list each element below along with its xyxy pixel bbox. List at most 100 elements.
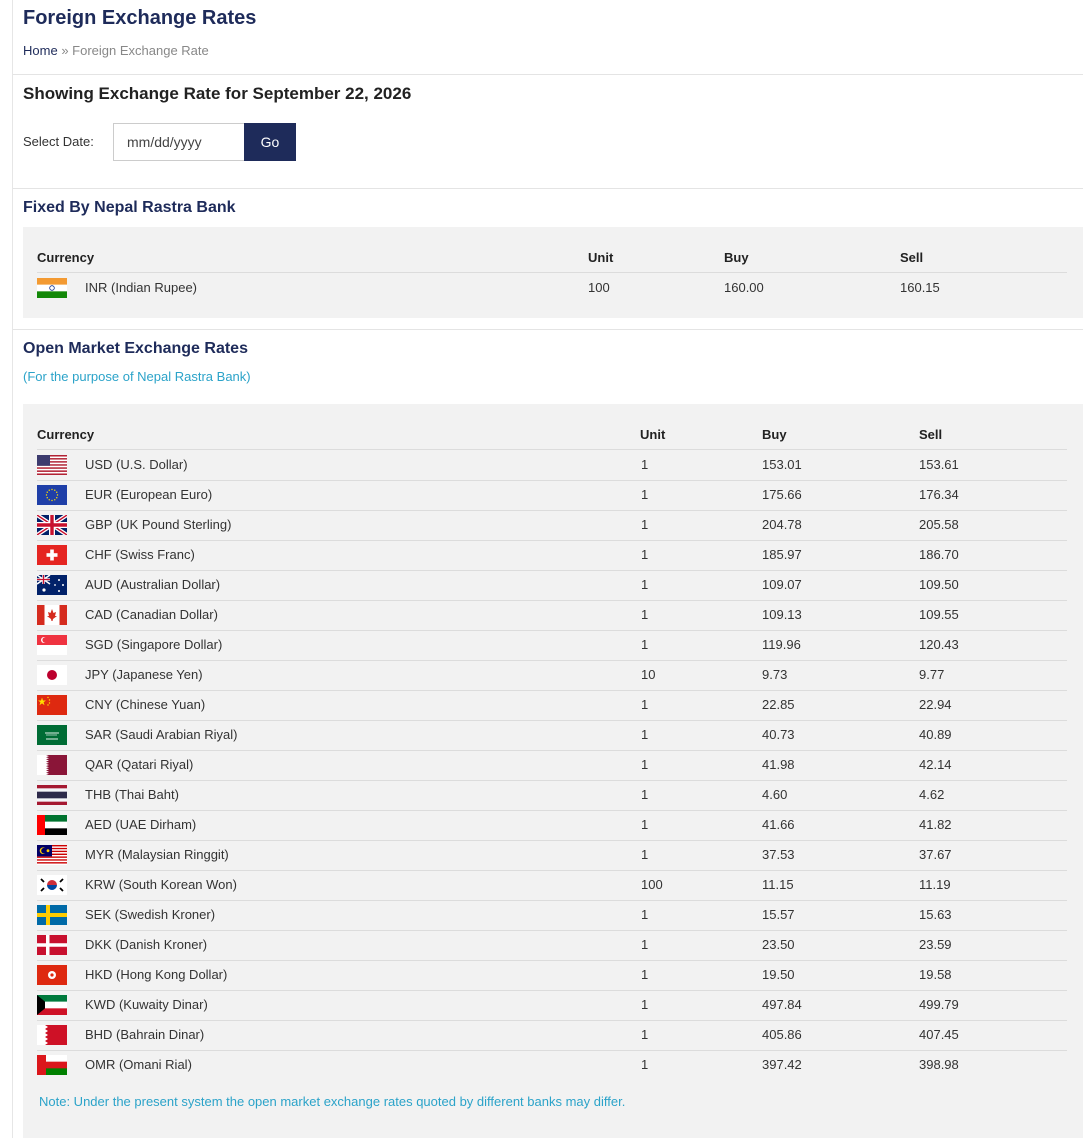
my-flag-icon bbox=[37, 845, 67, 865]
col-unit: Unit bbox=[588, 250, 614, 265]
buy-rate: 109.13 bbox=[762, 607, 802, 622]
eu-flag-icon bbox=[37, 485, 67, 505]
page-title: Foreign Exchange Rates bbox=[23, 7, 257, 29]
bh-flag-icon bbox=[37, 1025, 67, 1045]
table-row: HKD (Hong Kong Dollar) 1 19.50 19.58 bbox=[37, 960, 1067, 990]
select-date-label: Select Date: bbox=[23, 134, 94, 149]
in-flag-icon bbox=[37, 278, 67, 298]
buy-rate: 160.00 bbox=[724, 280, 764, 295]
gb-flag-icon bbox=[37, 515, 67, 535]
sell-rate: 40.89 bbox=[919, 727, 952, 742]
table-row: SEK (Swedish Kroner) 1 15.57 15.63 bbox=[37, 900, 1067, 930]
sell-rate: 109.55 bbox=[919, 607, 959, 622]
currency-name: OMR (Omani Rial) bbox=[85, 1057, 192, 1072]
sell-rate: 37.67 bbox=[919, 847, 952, 862]
buy-rate: 185.97 bbox=[762, 547, 802, 562]
table-row: INR (Indian Rupee) 100 160.00 160.15 bbox=[37, 273, 1067, 303]
currency-name: EUR (European Euro) bbox=[85, 487, 213, 502]
currency-name: CHF (Swiss Franc) bbox=[85, 547, 195, 562]
unit-value: 100 bbox=[641, 877, 663, 892]
ch-flag-icon bbox=[37, 545, 67, 565]
table-row: BHD (Bahrain Dinar) 1 405.86 407.45 bbox=[37, 1020, 1067, 1050]
breadcrumb-separator: » bbox=[61, 43, 69, 58]
currency-name: AUD (Australian Dollar) bbox=[85, 577, 221, 592]
th-flag-icon bbox=[37, 785, 67, 805]
unit-value: 1 bbox=[641, 787, 649, 802]
currency-name: HKD (Hong Kong Dollar) bbox=[85, 967, 228, 982]
buy-rate: 109.07 bbox=[762, 577, 802, 592]
sell-rate: 499.79 bbox=[919, 997, 959, 1012]
unit-value: 1 bbox=[641, 457, 649, 472]
currency-name: THB (Thai Baht) bbox=[85, 787, 179, 802]
table-row: CAD (Canadian Dollar) 1 109.13 109.55 bbox=[37, 600, 1067, 630]
buy-rate: 37.53 bbox=[762, 847, 795, 862]
sa-flag-icon bbox=[37, 725, 67, 745]
col-buy: Buy bbox=[762, 427, 787, 442]
currency-name: AED (UAE Dirham) bbox=[85, 817, 197, 832]
unit-value: 1 bbox=[641, 817, 649, 832]
col-buy: Buy bbox=[724, 250, 749, 265]
ca-flag-icon bbox=[37, 605, 67, 625]
unit-value: 1 bbox=[641, 637, 649, 652]
currency-name: KRW (South Korean Won) bbox=[85, 877, 237, 892]
unit-value: 1 bbox=[641, 847, 649, 862]
buy-rate: 40.73 bbox=[762, 727, 795, 742]
jp-flag-icon bbox=[37, 665, 67, 685]
unit-value: 1 bbox=[641, 1027, 649, 1042]
currency-name: MYR (Malaysian Ringgit) bbox=[85, 847, 229, 862]
table-row: CNY (Chinese Yuan) 1 22.85 22.94 bbox=[37, 690, 1067, 720]
table-row: OMR (Omani Rial) 1 397.42 398.98 bbox=[37, 1050, 1067, 1080]
buy-rate: 41.98 bbox=[762, 757, 795, 772]
table-row: AED (UAE Dirham) 1 41.66 41.82 bbox=[37, 810, 1067, 840]
buy-rate: 405.86 bbox=[762, 1027, 802, 1042]
sell-rate: 11.19 bbox=[919, 877, 951, 892]
buy-rate: 119.96 bbox=[762, 637, 801, 652]
hk-flag-icon bbox=[37, 965, 67, 985]
sell-rate: 120.43 bbox=[919, 637, 959, 652]
sell-rate: 42.14 bbox=[919, 757, 952, 772]
currency-name: QAR (Qatari Riyal) bbox=[85, 757, 194, 772]
us-flag-icon bbox=[37, 455, 67, 475]
unit-value: 1 bbox=[641, 757, 649, 772]
se-flag-icon bbox=[37, 905, 67, 925]
sell-rate: 19.58 bbox=[919, 967, 952, 982]
col-sell: Sell bbox=[900, 250, 924, 265]
currency-name: SAR (Saudi Arabian Riyal) bbox=[85, 727, 238, 742]
currency-name: KWD (Kuwaity Dinar) bbox=[85, 997, 208, 1012]
table-row: EUR (European Euro) 1 175.66 176.34 bbox=[37, 480, 1067, 510]
date-input[interactable] bbox=[113, 123, 245, 161]
page-content: Foreign Exchange Rates Home » Foreign Ex… bbox=[13, 0, 1083, 1138]
open-table-header: Currency Unit Buy Sell bbox=[37, 427, 1067, 445]
sell-rate: 41.82 bbox=[919, 817, 952, 832]
sell-rate: 15.63 bbox=[919, 907, 952, 922]
unit-value: 1 bbox=[641, 577, 649, 592]
unit-value: 1 bbox=[641, 517, 649, 532]
buy-rate: 11.15 bbox=[762, 877, 794, 892]
kw-flag-icon bbox=[37, 995, 67, 1015]
sell-rate: 9.77 bbox=[919, 667, 945, 682]
kr-flag-icon bbox=[37, 875, 67, 895]
buy-rate: 153.01 bbox=[762, 457, 802, 472]
buy-rate: 175.66 bbox=[762, 487, 802, 502]
buy-rate: 19.50 bbox=[762, 967, 795, 982]
buy-rate: 4.60 bbox=[762, 787, 788, 802]
sell-rate: 160.15 bbox=[900, 280, 940, 295]
breadcrumb-home-link[interactable]: Home bbox=[23, 43, 58, 58]
currency-name: USD (U.S. Dollar) bbox=[85, 457, 188, 472]
sell-rate: 22.94 bbox=[919, 697, 952, 712]
currency-name: INR (Indian Rupee) bbox=[85, 280, 197, 295]
unit-value: 100 bbox=[588, 280, 610, 295]
unit-value: 10 bbox=[641, 667, 656, 682]
table-row: AUD (Australian Dollar) 1 109.07 109.50 bbox=[37, 570, 1067, 600]
buy-rate: 397.42 bbox=[762, 1057, 802, 1072]
divider bbox=[13, 74, 1083, 75]
fixed-rates-heading: Fixed By Nepal Rastra Bank bbox=[23, 199, 236, 216]
qa-flag-icon bbox=[37, 755, 67, 775]
table-row: GBP (UK Pound Sterling) 1 204.78 205.58 bbox=[37, 510, 1067, 540]
currency-name: SGD (Singapore Dollar) bbox=[85, 637, 223, 652]
buy-rate: 9.73 bbox=[762, 667, 788, 682]
breadcrumb: Home » Foreign Exchange Rate bbox=[23, 43, 209, 58]
sell-rate: 153.61 bbox=[919, 457, 959, 472]
unit-value: 1 bbox=[641, 697, 649, 712]
go-button[interactable]: Go bbox=[244, 123, 296, 161]
